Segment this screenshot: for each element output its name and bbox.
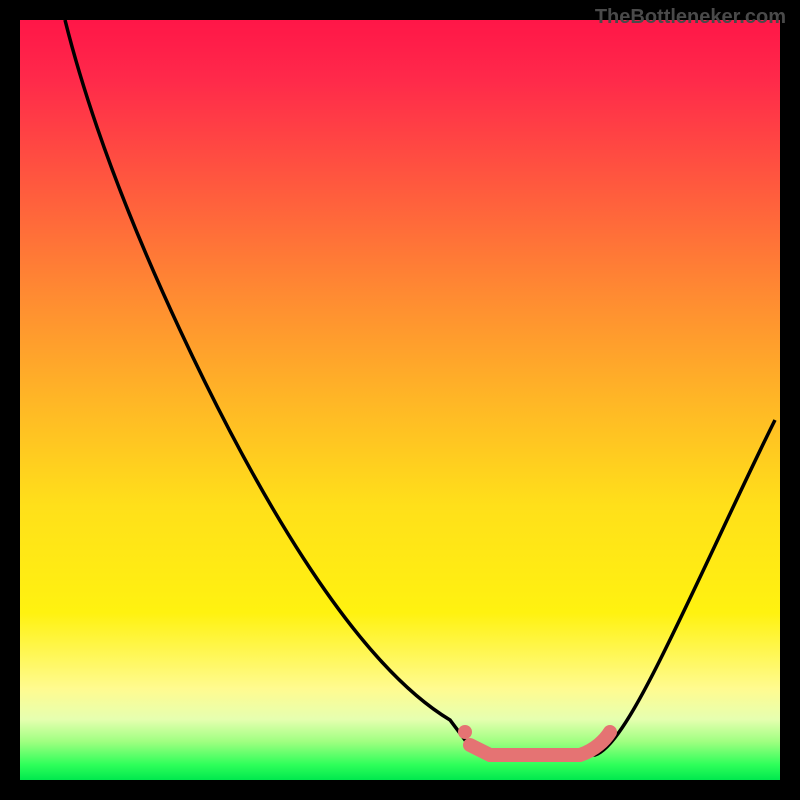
curve-overlay xyxy=(20,20,780,780)
watermark-text: TheBottleneker.com xyxy=(595,6,786,29)
marker-line xyxy=(470,732,610,755)
chart-container: TheBottleneker.com xyxy=(0,0,800,800)
marker-dot xyxy=(458,725,472,739)
bottleneck-curve xyxy=(65,20,775,755)
plot-area xyxy=(20,20,780,780)
